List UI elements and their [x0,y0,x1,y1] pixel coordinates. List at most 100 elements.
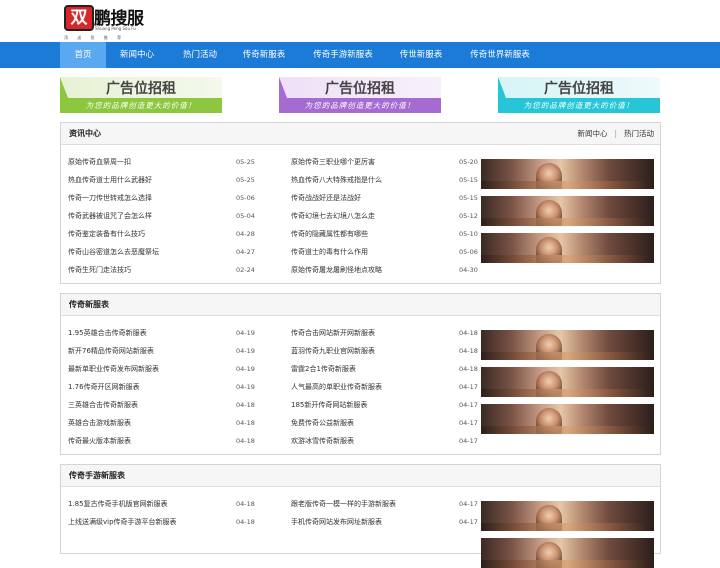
nav-item-legend-servers[interactable]: 传奇新服表 [236,42,292,68]
list-item[interactable]: 传奇生死门走法技巧 02-24 [68,261,258,279]
list-item[interactable]: 人气最高的单职业传奇新服表 04-17 [291,378,481,396]
list-item-title[interactable]: 上线送满级vip传奇手游平台新服表 [68,513,177,531]
list-item[interactable]: 传奇战战好还是法战好 05-15 [291,189,481,207]
list-item-title[interactable]: 1.76传奇开区网新服表 [68,378,140,396]
list-item[interactable]: 热血传奇八大特殊戒指是什么 05-15 [291,171,481,189]
banner-image[interactable] [481,233,654,263]
list-item[interactable]: 热血传奇道士用什么武器好 05-25 [68,171,258,189]
nav-item-news[interactable]: 新闻中心 [112,42,162,68]
banner-image[interactable] [481,404,654,434]
list-item[interactable]: 传奇幻境七去幻境八怎么走 05-12 [291,207,481,225]
list-item[interactable]: 传奇道士的毒有什么作用 05-06 [291,243,481,261]
ad-banner[interactable]: 广告位招租 为您的品牌创造更大的价值！ [279,77,441,113]
list-item[interactable]: 1.76传奇开区网新服表 04-19 [68,378,258,396]
link-hot-events[interactable]: 热门活动 [624,129,654,138]
banner-image[interactable] [481,196,654,226]
list-item[interactable]: 1.85复古传奇手机版官网新服表 04-18 [68,495,258,513]
servers-panel: 传奇新服表 1.95英雄合击传奇新服表 04-19 新开76精品传奇网站新服表 04-… [60,293,661,455]
list-item-title[interactable]: 热血传奇道士用什么武器好 [68,171,152,189]
list-item-title[interactable]: 传奇道士的毒有什么作用 [291,243,368,261]
list-item[interactable]: 跟老版传奇一模一样的手游新服表 04-17 [291,495,481,513]
list-item-date: 04-28 [236,230,255,238]
banner-image[interactable] [481,501,654,531]
site-logo[interactable]: 双 鹏搜服 Shuang Peng Sou Fu 顶 送 投 推 荐 [64,3,156,40]
list-item-date: 05-12 [459,212,478,220]
banner-image[interactable] [481,367,654,397]
list-item[interactable]: 传奇鉴定装备有什么技巧 04-28 [68,225,258,243]
list-item-title[interactable]: 蓝羽传奇九职业官网新服表 [291,342,375,360]
list-item-title[interactable]: 英雄合击游戏新服表 [68,414,131,432]
ad-banner[interactable]: 广告位招租 为您的品牌创造更大的价值！ [498,77,660,113]
list-item-title[interactable]: 欢游冰雪传奇新服表 [291,432,354,450]
list-item-title[interactable]: 人气最高的单职业传奇新服表 [291,378,382,396]
list-item[interactable]: 传奇山谷密道怎么去恶魔祭坛 04-27 [68,243,258,261]
list-item-date: 04-17 [459,518,478,526]
list-item-title[interactable]: 传奇战战好还是法战好 [291,189,361,207]
list-item-title[interactable]: 传奇最火版本新服表 [68,432,131,450]
list-item-title[interactable]: 传奇合击网站新开网新服表 [291,324,375,342]
list-item[interactable]: 最新单职业传奇发布网新服表 04-19 [68,360,258,378]
list-item-title[interactable]: 传奇一刀传世转戒怎么选择 [68,189,152,207]
list-item-date: 04-17 [459,437,478,445]
list-item-title[interactable]: 1.85复古传奇手机版官网新服表 [68,495,168,513]
list-item-date: 05-10 [459,230,478,238]
list-item-title[interactable]: 最新单职业传奇发布网新服表 [68,360,159,378]
list-item-title[interactable]: 新开76精品传奇网站新服表 [68,342,154,360]
banner-image[interactable] [481,538,654,568]
list-item[interactable]: 蓝羽传奇九职业官网新服表 04-18 [291,342,481,360]
list-item-date: 05-06 [459,248,478,256]
list-item[interactable]: 原始传奇血祭周一扣 05-25 [68,153,258,171]
list-item-title[interactable]: 三英雄合击传奇新服表 [68,396,138,414]
list-item-title[interactable]: 传奇山谷密道怎么去恶魔祭坛 [68,243,159,261]
list-item[interactable]: 雷霆2合1传奇新服表 04-18 [291,360,481,378]
list-item[interactable]: 185新开传奇网站新服表 04-17 [291,396,481,414]
list-item-title[interactable]: 传奇的隐藏属性都有哪些 [291,225,368,243]
ad-title: 广告位招租 [106,81,176,97]
banner-image[interactable] [481,159,654,189]
nav-item-events[interactable]: 热门活动 [175,42,225,68]
list-item[interactable]: 原始传奇屠龙屠刷怪地点攻略 04-30 [291,261,481,279]
header: 双 鹏搜服 Shuang Peng Sou Fu 顶 送 投 推 荐 [0,0,720,42]
list-item[interactable]: 传奇合击网站新开网新服表 04-18 [291,324,481,342]
list-item[interactable]: 原始传奇三职业哪个更厉害 05-20 [291,153,481,171]
banner-image[interactable] [481,330,654,360]
nav-item-world-servers[interactable]: 传奇世界新服表 [462,42,538,68]
list-item[interactable]: 传奇最火版本新服表 04-18 [68,432,258,450]
list-item[interactable]: 新开76精品传奇网站新服表 04-19 [68,342,258,360]
list-item-title[interactable]: 手机传奇网站发布网址新服表 [291,513,382,531]
list-item-title[interactable]: 传奇鉴定装备有什么技巧 [68,225,145,243]
list-item[interactable]: 传奇一刀传世转戒怎么选择 05-06 [68,189,258,207]
list-item-date: 05-25 [236,176,255,184]
list-item[interactable]: 传奇的隐藏属性都有哪些 05-10 [291,225,481,243]
list-item-title[interactable]: 雷霆2合1传奇新服表 [291,360,356,378]
list-item-title[interactable]: 原始传奇屠龙屠刷怪地点攻略 [291,261,382,279]
list-item[interactable]: 英雄合击游戏新服表 04-18 [68,414,258,432]
link-news-center[interactable]: 新闻中心 [577,129,607,138]
list-item-title[interactable]: 传奇幻境七去幻境八怎么走 [291,207,375,225]
nav-item-mobile-servers[interactable]: 传奇手游新服表 [307,42,379,68]
news-panel: 资讯中心 新闻中心 | 热门活动 原始传奇血祭周一扣 05-25 热血传奇道士用什么武器… [60,122,661,284]
list-item-date: 05-06 [236,194,255,202]
list-item-title[interactable]: 跟老版传奇一模一样的手游新服表 [291,495,396,513]
ad-subtitle: 为您的品牌创造更大的价值！ [498,98,660,113]
list-item-date: 02-24 [236,266,255,274]
list-item[interactable]: 1.95英雄合击传奇新服表 04-19 [68,324,258,342]
list-item-title[interactable]: 原始传奇血祭周一扣 [68,153,131,171]
ad-title: 广告位招租 [325,81,395,97]
list-item-title[interactable]: 热血传奇八大特殊戒指是什么 [291,171,382,189]
nav-item-chuanshi-servers[interactable]: 传世新服表 [393,42,449,68]
list-item-title[interactable]: 185新开传奇网站新服表 [291,396,367,414]
list-item-title[interactable]: 1.95英雄合击传奇新服表 [68,324,147,342]
list-item[interactable]: 手机传奇网站发布网址新服表 04-17 [291,513,481,531]
list-item-title[interactable]: 原始传奇三职业哪个更厉害 [291,153,375,171]
ad-banner[interactable]: 广告位招租 为您的品牌创造更大的价值！ [60,77,222,113]
list-item[interactable]: 传奇武器被诅咒了会怎么样 05-04 [68,207,258,225]
list-item-title[interactable]: 传奇生死门走法技巧 [68,261,131,279]
list-item-title[interactable]: 免费传奇公益新服表 [291,414,354,432]
nav-item-home[interactable]: 首页 [60,42,106,68]
list-item[interactable]: 欢游冰雪传奇新服表 04-17 [291,432,481,450]
list-item[interactable]: 三英雄合击传奇新服表 04-18 [68,396,258,414]
list-item[interactable]: 免费传奇公益新服表 04-17 [291,414,481,432]
list-item[interactable]: 上线送满级vip传奇手游平台新服表 04-18 [68,513,258,531]
list-item-title[interactable]: 传奇武器被诅咒了会怎么样 [68,207,152,225]
